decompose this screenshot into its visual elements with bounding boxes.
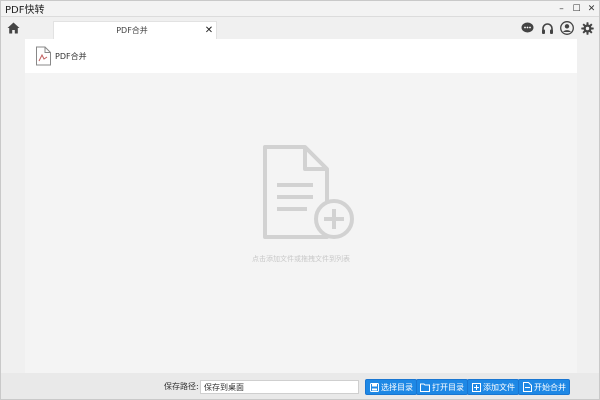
home-icon bbox=[7, 22, 19, 34]
app-title: PDF快转 bbox=[5, 5, 45, 16]
pdf-merge-tool[interactable]: PDF合并 bbox=[35, 45, 87, 67]
start-merge-button[interactable]: 开始合并 bbox=[518, 379, 570, 395]
save-icon bbox=[369, 382, 379, 392]
maximize-button[interactable]: ☐ bbox=[569, 1, 584, 17]
save-path-input[interactable] bbox=[200, 380, 359, 394]
user-icon[interactable] bbox=[559, 20, 575, 36]
header-icons bbox=[519, 19, 595, 37]
tab-bar: PDF合并 ✕ bbox=[1, 17, 599, 39]
tab-close-button[interactable]: ✕ bbox=[202, 22, 216, 40]
empty-hint-text: 点击添加文件或拖拽文件到列表 bbox=[252, 255, 350, 263]
file-icon bbox=[522, 382, 532, 392]
save-path-label: 保存路径: bbox=[164, 382, 199, 391]
choose-directory-button[interactable]: 选择目录 bbox=[365, 379, 417, 395]
add-file-button[interactable]: 添加文件 bbox=[467, 379, 519, 395]
minimize-button[interactable]: – bbox=[554, 1, 569, 17]
app-window: PDF快转 – ☐ ✕ PDF合并 ✕ PDF合并 点击添加文件或拖拽文件到列表… bbox=[0, 0, 600, 400]
toolbar: PDF合并 bbox=[25, 39, 577, 73]
close-button[interactable]: ✕ bbox=[584, 1, 599, 17]
folder-icon bbox=[420, 382, 430, 392]
window-controls: – ☐ ✕ bbox=[554, 1, 599, 17]
choose-directory-label: 选择目录 bbox=[381, 382, 413, 392]
pdf-merge-icon bbox=[36, 46, 51, 66]
chat-icon[interactable] bbox=[519, 20, 535, 36]
plus-icon bbox=[471, 382, 481, 392]
open-directory-label: 打开目录 bbox=[432, 382, 464, 392]
file-drop-area[interactable]: 点击添加文件或拖拽文件到列表 bbox=[25, 73, 577, 373]
title-bar: PDF快转 – ☐ ✕ bbox=[1, 1, 599, 17]
start-merge-label: 开始合并 bbox=[534, 382, 566, 392]
tab-label: PDF合并 bbox=[116, 26, 148, 35]
open-directory-button[interactable]: 打开目录 bbox=[416, 379, 468, 395]
tool-label: PDF合并 bbox=[55, 51, 87, 61]
headset-icon[interactable] bbox=[539, 20, 555, 36]
tab-pdf-merge[interactable]: PDF合并 ✕ bbox=[53, 21, 217, 39]
bottom-bar: 保存路径: 选择目录 打开目录 添加文件 开始合并 bbox=[1, 373, 599, 399]
gear-icon[interactable] bbox=[579, 20, 595, 36]
home-button[interactable] bbox=[3, 17, 23, 39]
add-file-icon bbox=[263, 145, 354, 239]
add-file-label: 添加文件 bbox=[483, 382, 515, 392]
